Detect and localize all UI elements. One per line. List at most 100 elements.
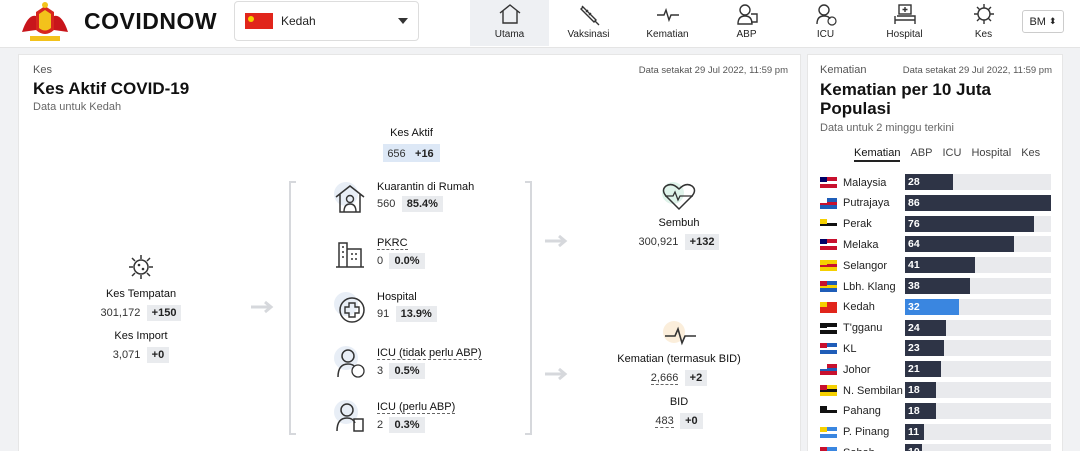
active-cases-delta: +16: [413, 148, 436, 160]
import-cases-label: Kes Import: [114, 330, 168, 342]
state-dropdown[interactable]: Kedah: [234, 1, 419, 41]
nav-hospital[interactable]: Hospital: [865, 0, 944, 46]
item-label[interactable]: ICU (perlu ABP): [377, 401, 456, 414]
import-cases-block: Kes Import 3,071 +0: [81, 330, 201, 363]
arrow-right-icon: [545, 234, 568, 248]
state-row[interactable]: Perak 76: [820, 215, 1051, 233]
state-name: Perak: [843, 218, 872, 231]
virus-icon: [129, 255, 153, 279]
state-row[interactable]: Selangor 41: [820, 257, 1051, 274]
side-timestamp: Data setakat 29 Jul 2022, 11:59 pm: [902, 65, 1052, 76]
state-flag-icon: [820, 177, 837, 188]
bar-value: 18: [908, 384, 920, 396]
active-cases-panel: Kes Data setakat 29 Jul 2022, 11:59 pm K…: [18, 54, 801, 451]
bar-track: 76: [905, 215, 1051, 232]
state-name: Selangor: [843, 259, 888, 272]
item-pkrc: PKRC 0 0.0%: [333, 235, 425, 269]
state-name: Malaysia: [843, 176, 887, 189]
nav-utama[interactable]: Utama: [470, 0, 549, 46]
coat-of-arms-logo[interactable]: [18, 2, 72, 44]
nav-label: Utama: [494, 29, 525, 40]
bar-value: 28: [908, 176, 920, 188]
nav-kematian[interactable]: Kematian: [628, 0, 707, 46]
state-row[interactable]: Melaka 64: [820, 236, 1051, 253]
item-label[interactable]: ICU (tidak perlu ABP): [377, 347, 482, 360]
up-down-caret-icon: ⬍: [1048, 16, 1057, 26]
caret-down-icon: [398, 18, 408, 24]
nav-label: ABP: [736, 29, 757, 40]
bar-value: 10: [908, 446, 920, 451]
item-icu-no-ventilator: ICU (tidak perlu ABP) 3 0.5%: [333, 345, 482, 379]
bracket-right: [525, 181, 532, 435]
state-flag-icon: [820, 301, 837, 313]
nav-abp[interactable]: ABP: [707, 0, 786, 46]
item-pct: 13.9%: [395, 306, 437, 322]
deaths-block: Kematian (termasuk BID) 2,666 +2: [599, 353, 759, 386]
state-row[interactable]: Sabah10: [820, 444, 1051, 451]
state-row[interactable]: N. Sembilan 18: [820, 382, 1051, 399]
state-row[interactable]: P. Pinang 11: [820, 423, 1051, 441]
bar-track: 10: [905, 444, 1051, 451]
active-cases-pill: 656 +16: [383, 144, 440, 162]
state-row[interactable]: Lbh. Klang 38: [820, 278, 1051, 295]
tab-abp[interactable]: ABP: [910, 147, 932, 162]
virus-icon: [973, 4, 994, 24]
page-title: Kes Aktif COVID-19: [33, 79, 190, 98]
state-flag-icon: [820, 405, 837, 417]
state-name: KL: [843, 342, 857, 355]
tab-kematian[interactable]: Kematian: [854, 147, 901, 162]
state-row[interactable]: T'gganu 24: [820, 319, 1051, 337]
bar-track: 32: [905, 298, 1051, 315]
state-name: Putrajaya: [843, 197, 890, 210]
deaths-value[interactable]: 2,666: [650, 372, 679, 385]
language-select[interactable]: BM ⬍: [1022, 10, 1064, 33]
import-cases-value: 3,071: [112, 349, 141, 361]
home-quarantine-icon: [334, 182, 365, 213]
nav-icu[interactable]: ICU: [786, 0, 865, 46]
state-row[interactable]: Johor 21: [820, 361, 1051, 378]
tab-kes[interactable]: Kes: [1021, 147, 1040, 162]
bar-value: 41: [908, 259, 920, 272]
bar-value: 38: [908, 280, 920, 292]
side-title: Kematian per 10 Juta Populasi: [820, 80, 991, 118]
item-value: 560: [377, 198, 396, 210]
metric-tabs: Kematian ABP ICU Hospital Kes: [854, 147, 1040, 162]
local-cases-block: Kes Tempatan 301,172 +150: [81, 288, 201, 321]
recovered-block: Sembuh 300,921 +132: [619, 217, 739, 250]
state-name: P. Pinang: [843, 426, 890, 439]
state-flag-icon: [820, 260, 837, 272]
state-row[interactable]: Pahang 18: [820, 402, 1051, 420]
state-flag-icon: [820, 447, 837, 451]
bar-track: 18: [905, 402, 1051, 419]
panel-eyebrow: Kes: [33, 64, 52, 76]
pulse-icon: [656, 7, 679, 23]
bar-value: 21: [908, 363, 920, 376]
state-row[interactable]: KL 23: [820, 340, 1051, 357]
import-cases-delta: +0: [146, 347, 170, 363]
state-row[interactable]: Malaysia 28: [820, 174, 1051, 191]
item-pct: 0.3%: [389, 417, 425, 433]
state-row[interactable]: Putrajaya 86: [820, 194, 1051, 212]
item-hospital: Hospital 91 13.9%: [333, 291, 437, 325]
bar-fill: [905, 236, 1014, 253]
hospital-bed-icon: [893, 4, 916, 24]
deaths-per-population-panel: Kematian Data setakat 29 Jul 2022, 11:59…: [807, 54, 1063, 451]
bar-value: 11: [908, 425, 920, 438]
nav-kes[interactable]: Kes: [944, 0, 1023, 46]
bid-value[interactable]: 483: [655, 415, 674, 428]
state-name: Pahang: [843, 405, 881, 418]
tab-icu[interactable]: ICU: [943, 147, 962, 162]
item-value: 3: [377, 365, 384, 377]
state-row[interactable]: Kedah 32: [820, 298, 1051, 316]
pulse-icon: [663, 321, 696, 346]
active-cases-block: Kes Aktif 656 +16: [359, 127, 464, 162]
tab-hospital[interactable]: Hospital: [971, 147, 1011, 162]
brand-name[interactable]: COVIDNOW: [84, 8, 217, 35]
bar-value: 32: [908, 300, 920, 313]
bar-track: 24: [905, 319, 1051, 336]
nav-vaksinasi[interactable]: Vaksinasi: [549, 0, 628, 46]
item-label[interactable]: PKRC: [377, 237, 408, 250]
kedah-flag-icon: [245, 13, 273, 29]
item-label: Kuarantin di Rumah: [377, 181, 475, 193]
icu-icon: [815, 4, 837, 26]
